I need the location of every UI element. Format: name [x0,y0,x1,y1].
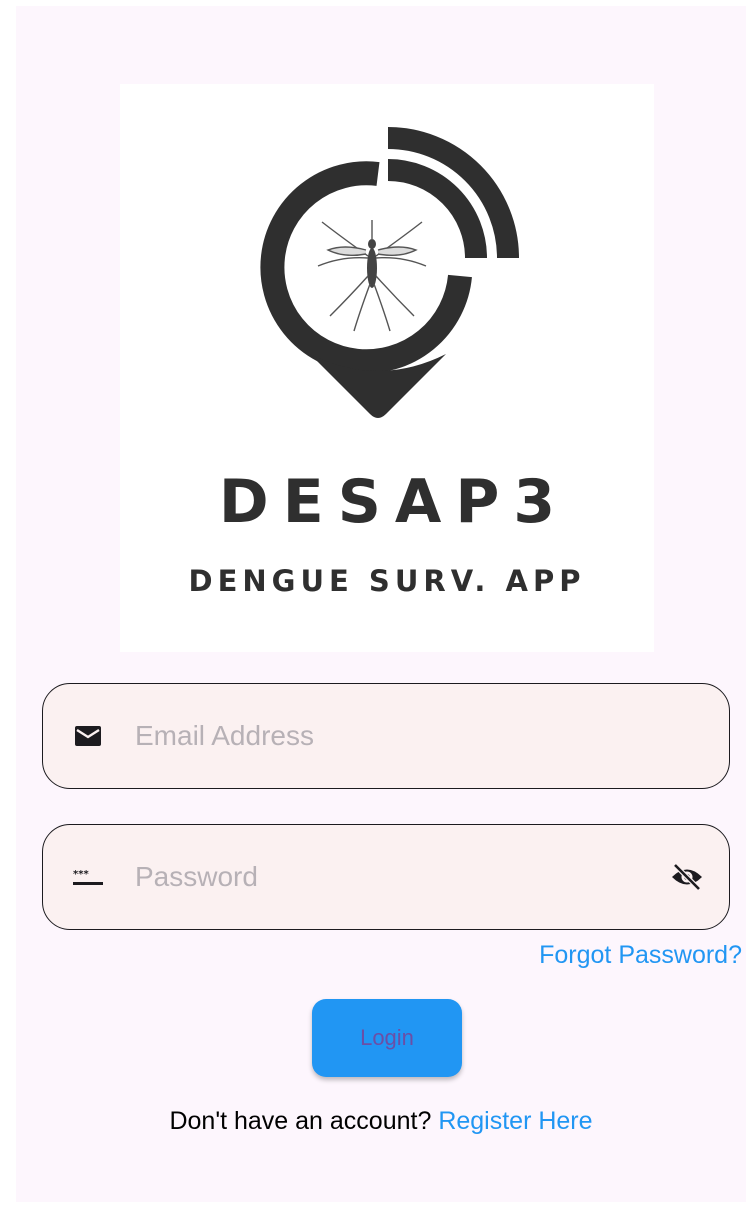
login-button[interactable]: Login [312,999,462,1077]
brand-tagline: DENGUE SURV. APP [188,564,586,598]
forgot-password-link[interactable]: Forgot Password? [539,941,742,970]
password-input[interactable] [135,847,667,907]
svg-text:***: *** [73,869,89,880]
register-prompt: Don't have an account? [169,1107,432,1135]
password-icon: *** [73,862,103,892]
logo-card: DESAP3 DENGUE SURV. APP [120,84,654,652]
mail-icon [73,721,103,751]
brand-name: DESAP3 [218,467,570,537]
mosquito-location-pin-icon [260,127,519,418]
register-link[interactable]: Register Here [438,1107,592,1135]
eye-off-icon[interactable] [667,857,707,897]
email-input[interactable] [135,706,729,766]
register-row: Don't have an account? Register Here [16,1107,746,1136]
password-field[interactable]: *** [42,824,730,930]
email-field[interactable] [42,683,730,789]
login-screen: DESAP3 DENGUE SURV. APP *** [16,6,746,1202]
